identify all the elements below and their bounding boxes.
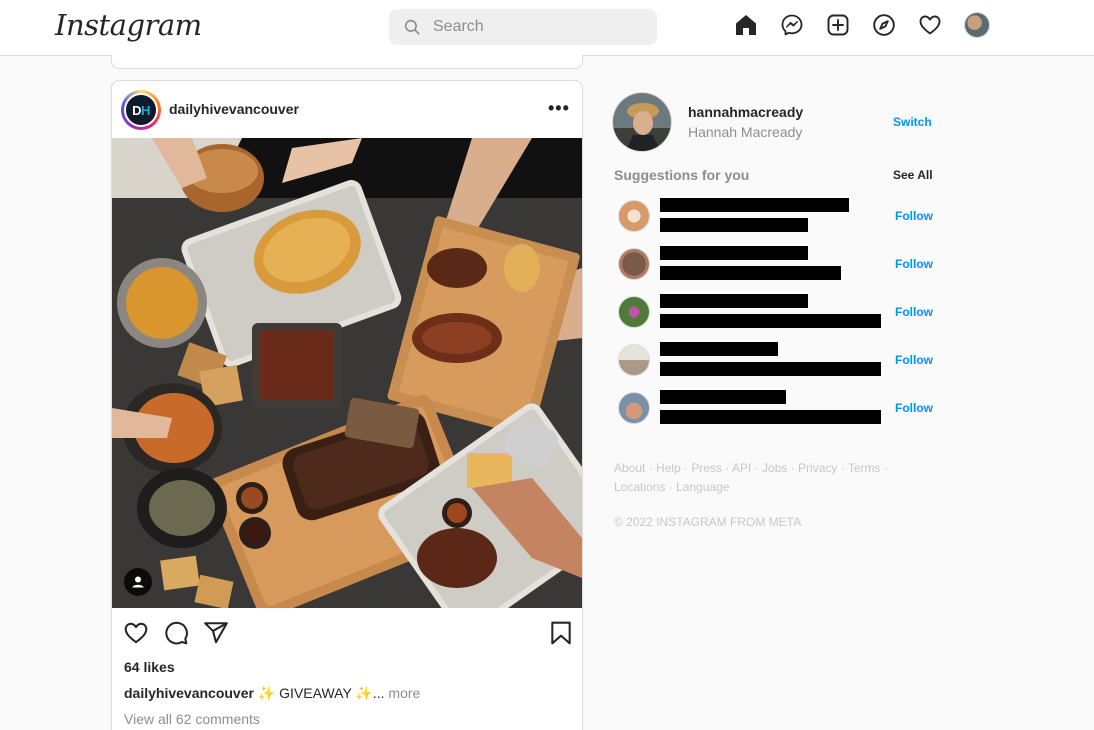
sparkle-emoji: ✨ [257,685,276,701]
view-comments-link[interactable]: View all 62 comments [124,711,260,727]
tagged-users-button[interactable] [124,568,152,596]
caption-username[interactable]: dailyhivevancouver [124,685,254,701]
suggestion-item: Follow [618,294,938,330]
redacted-subtitle [660,362,881,376]
share-icon[interactable] [203,620,229,646]
more-options-icon[interactable]: ••• [548,98,570,119]
redacted-subtitle [660,218,808,232]
post-avatar: DH [124,93,158,127]
like-heart-icon[interactable] [123,620,149,646]
suggestion-avatar[interactable] [618,344,650,376]
sparkle-emoji: ✨ [355,685,373,701]
see-all-link[interactable]: See All [893,168,933,182]
follow-button[interactable]: Follow [895,209,933,223]
suggestion-avatar[interactable] [618,392,650,424]
post-header: DH dailyhivevancouver ••• [112,81,582,138]
explore-icon[interactable] [872,13,896,37]
redacted-username [660,342,778,356]
new-post-icon[interactable] [826,13,850,37]
current-user-avatar[interactable] [612,92,672,152]
current-username[interactable]: hannahmacready [688,104,803,120]
redacted-username [660,294,808,308]
suggestion-avatar[interactable] [618,200,650,232]
redacted-username [660,390,786,404]
redacted-subtitle [660,314,881,328]
activity-heart-icon[interactable] [918,13,942,37]
story-ring[interactable]: DH [121,90,161,130]
search-input[interactable]: Search [389,9,657,45]
user-photo [613,93,671,151]
post-actions [112,608,582,656]
profile-avatar[interactable] [964,12,990,38]
switch-account-button[interactable]: Switch [893,115,932,129]
suggestions-heading: Suggestions for you [614,167,750,183]
redacted-subtitle [660,266,841,280]
instagram-logo[interactable]: Instagram [55,8,202,42]
like-count[interactable]: 64 likes [124,659,175,675]
follow-button[interactable]: Follow [895,305,933,319]
follow-button[interactable]: Follow [895,353,933,367]
redacted-subtitle [660,410,881,424]
suggestion-avatar[interactable] [618,248,650,280]
redacted-username [660,198,849,212]
suggestion-item: Follow [618,342,938,378]
home-icon[interactable] [734,13,758,37]
save-bookmark-icon[interactable] [548,620,574,646]
post-username[interactable]: dailyhivevancouver [169,101,299,117]
suggestion-item: Follow [618,390,938,426]
messenger-icon[interactable] [780,13,804,37]
search-icon [404,19,420,35]
redacted-username [660,246,808,260]
follow-button[interactable]: Follow [895,401,933,415]
post-image[interactable] [112,138,582,608]
caption-text: GIVEAWAY [275,685,356,701]
feed-post: DH dailyhivevancouver ••• 64 likes daily… [111,80,583,730]
comment-icon[interactable] [163,620,189,646]
nav-icons [734,12,990,38]
previous-post-edge [111,55,583,69]
suggestion-avatar[interactable] [618,296,650,328]
search-placeholder: Search [433,18,484,35]
top-nav: Instagram Search [0,0,1094,56]
food-photo [112,138,582,608]
footer-links[interactable]: About · Help · Press · API · Jobs · Priv… [614,459,914,497]
current-full-name: Hannah Macready [688,124,803,140]
user-tag-icon [132,576,144,588]
suggestion-item: Follow [618,198,938,234]
post-caption: dailyhivevancouver ✨ GIVEAWAY ✨... more [124,685,420,702]
caption-ellipsis: ... [372,685,389,701]
caption-more-link[interactable]: more [388,685,420,701]
suggestion-item: Follow [618,246,938,282]
follow-button[interactable]: Follow [895,257,933,271]
copyright: © 2022 INSTAGRAM FROM META [614,515,802,529]
